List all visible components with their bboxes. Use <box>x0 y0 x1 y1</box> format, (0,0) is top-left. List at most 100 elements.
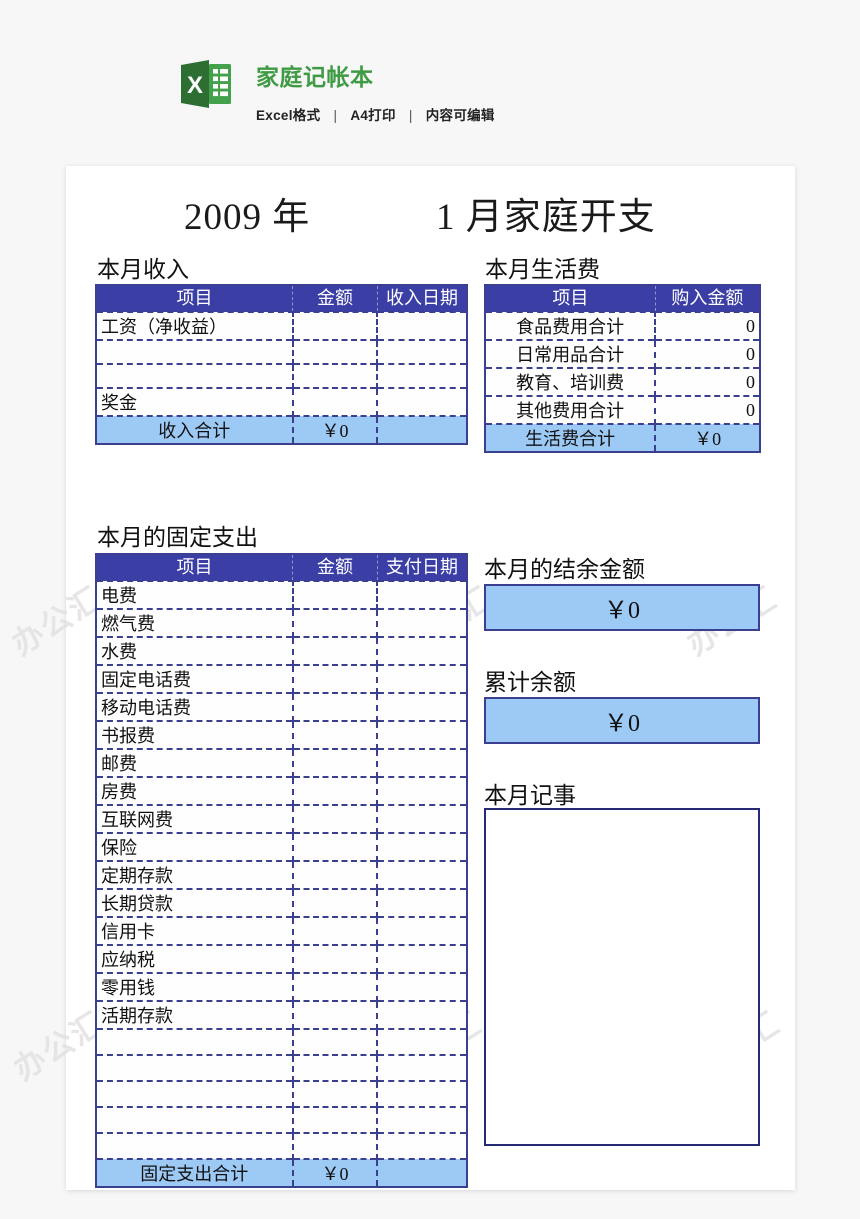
table-row[interactable]: 应纳税 <box>97 944 466 973</box>
fixed-cell-item[interactable] <box>97 1028 294 1055</box>
income-cell-amount[interactable] <box>292 387 379 416</box>
income-cell-amount[interactable] <box>292 363 379 388</box>
table-row[interactable]: 保险 <box>97 832 466 861</box>
income-cell-item[interactable]: 奖金 <box>97 387 294 416</box>
table-row[interactable]: 定期存款 <box>97 860 466 889</box>
fixed-cell-amount[interactable] <box>292 860 379 889</box>
fixed-cell-amount[interactable] <box>292 748 379 777</box>
fixed-cell-item[interactable]: 水费 <box>97 636 294 665</box>
living-cell-item[interactable]: 食品费用合计 <box>486 311 657 340</box>
income-cell-date[interactable] <box>377 363 466 388</box>
fixed-cell-item[interactable]: 零用钱 <box>97 972 294 1001</box>
fixed-cell-item[interactable]: 移动电话费 <box>97 692 294 721</box>
table-row[interactable] <box>97 1054 466 1081</box>
fixed-cell-date[interactable] <box>377 720 466 749</box>
living-cell-item[interactable]: 日常用品合计 <box>486 339 657 368</box>
fixed-cell-amount[interactable] <box>292 692 379 721</box>
table-row[interactable]: 教育、培训费 0 <box>486 367 759 396</box>
income-cell-item[interactable] <box>97 339 294 364</box>
fixed-cell-item[interactable]: 互联网费 <box>97 804 294 833</box>
fixed-cell-date[interactable] <box>377 692 466 721</box>
fixed-cell-amount[interactable] <box>292 636 379 665</box>
fixed-cell-date[interactable] <box>377 1054 466 1081</box>
table-row[interactable]: 互联网费 <box>97 804 466 833</box>
table-row[interactable] <box>97 1028 466 1055</box>
income-cell-amount[interactable] <box>292 311 379 340</box>
fixed-cell-date[interactable] <box>377 860 466 889</box>
fixed-cell-amount[interactable] <box>292 1000 379 1029</box>
fixed-cell-item[interactable]: 邮费 <box>97 748 294 777</box>
living-cell-item[interactable]: 教育、培训费 <box>486 367 657 396</box>
fixed-cell-date[interactable] <box>377 804 466 833</box>
fixed-cell-item[interactable] <box>97 1132 294 1159</box>
fixed-cell-date[interactable] <box>377 580 466 609</box>
fixed-cell-item[interactable]: 活期存款 <box>97 1000 294 1029</box>
fixed-cell-amount[interactable] <box>292 832 379 861</box>
fixed-cell-date[interactable] <box>377 776 466 805</box>
fixed-cell-date[interactable] <box>377 1000 466 1029</box>
fixed-cell-date[interactable] <box>377 1028 466 1055</box>
table-row[interactable] <box>97 1132 466 1159</box>
table-row[interactable]: 水费 <box>97 636 466 665</box>
income-cell-item[interactable]: 工资（净收益） <box>97 311 294 340</box>
fixed-cell-date[interactable] <box>377 888 466 917</box>
fixed-cell-item[interactable]: 保险 <box>97 832 294 861</box>
table-row[interactable] <box>97 339 466 364</box>
table-row[interactable] <box>97 1106 466 1133</box>
table-row[interactable]: 书报费 <box>97 720 466 749</box>
fixed-cell-amount[interactable] <box>292 944 379 973</box>
fixed-cell-date[interactable] <box>377 1132 466 1159</box>
fixed-cell-amount[interactable] <box>292 1054 379 1081</box>
notes-box[interactable] <box>484 808 760 1146</box>
fixed-cell-date[interactable] <box>377 944 466 973</box>
income-cell-date[interactable] <box>377 387 466 416</box>
table-row[interactable]: 日常用品合计 0 <box>486 339 759 368</box>
fixed-cell-date[interactable] <box>377 664 466 693</box>
fixed-cell-item[interactable]: 固定电话费 <box>97 664 294 693</box>
fixed-cell-amount[interactable] <box>292 972 379 1001</box>
fixed-cell-date[interactable] <box>377 832 466 861</box>
living-cell-amount[interactable]: 0 <box>655 339 759 368</box>
fixed-cell-item[interactable]: 长期贷款 <box>97 888 294 917</box>
table-row[interactable]: 信用卡 <box>97 916 466 945</box>
living-cell-amount[interactable]: 0 <box>655 395 759 424</box>
fixed-cell-item[interactable] <box>97 1054 294 1081</box>
fixed-cell-item[interactable]: 书报费 <box>97 720 294 749</box>
fixed-cell-date[interactable] <box>377 1106 466 1133</box>
fixed-cell-amount[interactable] <box>292 1028 379 1055</box>
fixed-cell-amount[interactable] <box>292 608 379 637</box>
fixed-cell-amount[interactable] <box>292 1132 379 1159</box>
table-row[interactable]: 移动电话费 <box>97 692 466 721</box>
living-cell-amount[interactable]: 0 <box>655 367 759 396</box>
fixed-cell-date[interactable] <box>377 608 466 637</box>
table-row[interactable]: 邮费 <box>97 748 466 777</box>
fixed-cell-item[interactable] <box>97 1106 294 1133</box>
fixed-cell-item[interactable]: 燃气费 <box>97 608 294 637</box>
table-row[interactable]: 工资（净收益） <box>97 311 466 340</box>
living-cell-amount[interactable]: 0 <box>655 311 759 340</box>
table-row[interactable]: 电费 <box>97 580 466 609</box>
table-row[interactable]: 燃气费 <box>97 608 466 637</box>
balance-value-box[interactable]: ￥0 <box>484 584 760 631</box>
fixed-cell-amount[interactable] <box>292 1080 379 1107</box>
income-cell-item[interactable] <box>97 363 294 388</box>
fixed-cell-date[interactable] <box>377 972 466 1001</box>
fixed-cell-date[interactable] <box>377 1080 466 1107</box>
fixed-cell-item[interactable]: 信用卡 <box>97 916 294 945</box>
fixed-cell-item[interactable]: 应纳税 <box>97 944 294 973</box>
table-row[interactable] <box>97 1080 466 1107</box>
fixed-cell-date[interactable] <box>377 636 466 665</box>
table-row[interactable]: 固定电话费 <box>97 664 466 693</box>
table-row[interactable]: 奖金 <box>97 387 466 416</box>
fixed-cell-date[interactable] <box>377 916 466 945</box>
fixed-cell-amount[interactable] <box>292 580 379 609</box>
fixed-cell-item[interactable]: 定期存款 <box>97 860 294 889</box>
fixed-cell-item[interactable]: 房费 <box>97 776 294 805</box>
fixed-cell-amount[interactable] <box>292 888 379 917</box>
table-row[interactable]: 零用钱 <box>97 972 466 1001</box>
living-cell-item[interactable]: 其他费用合计 <box>486 395 657 424</box>
fixed-cell-item[interactable] <box>97 1080 294 1107</box>
fixed-cell-amount[interactable] <box>292 720 379 749</box>
fixed-cell-amount[interactable] <box>292 1106 379 1133</box>
fixed-cell-amount[interactable] <box>292 916 379 945</box>
